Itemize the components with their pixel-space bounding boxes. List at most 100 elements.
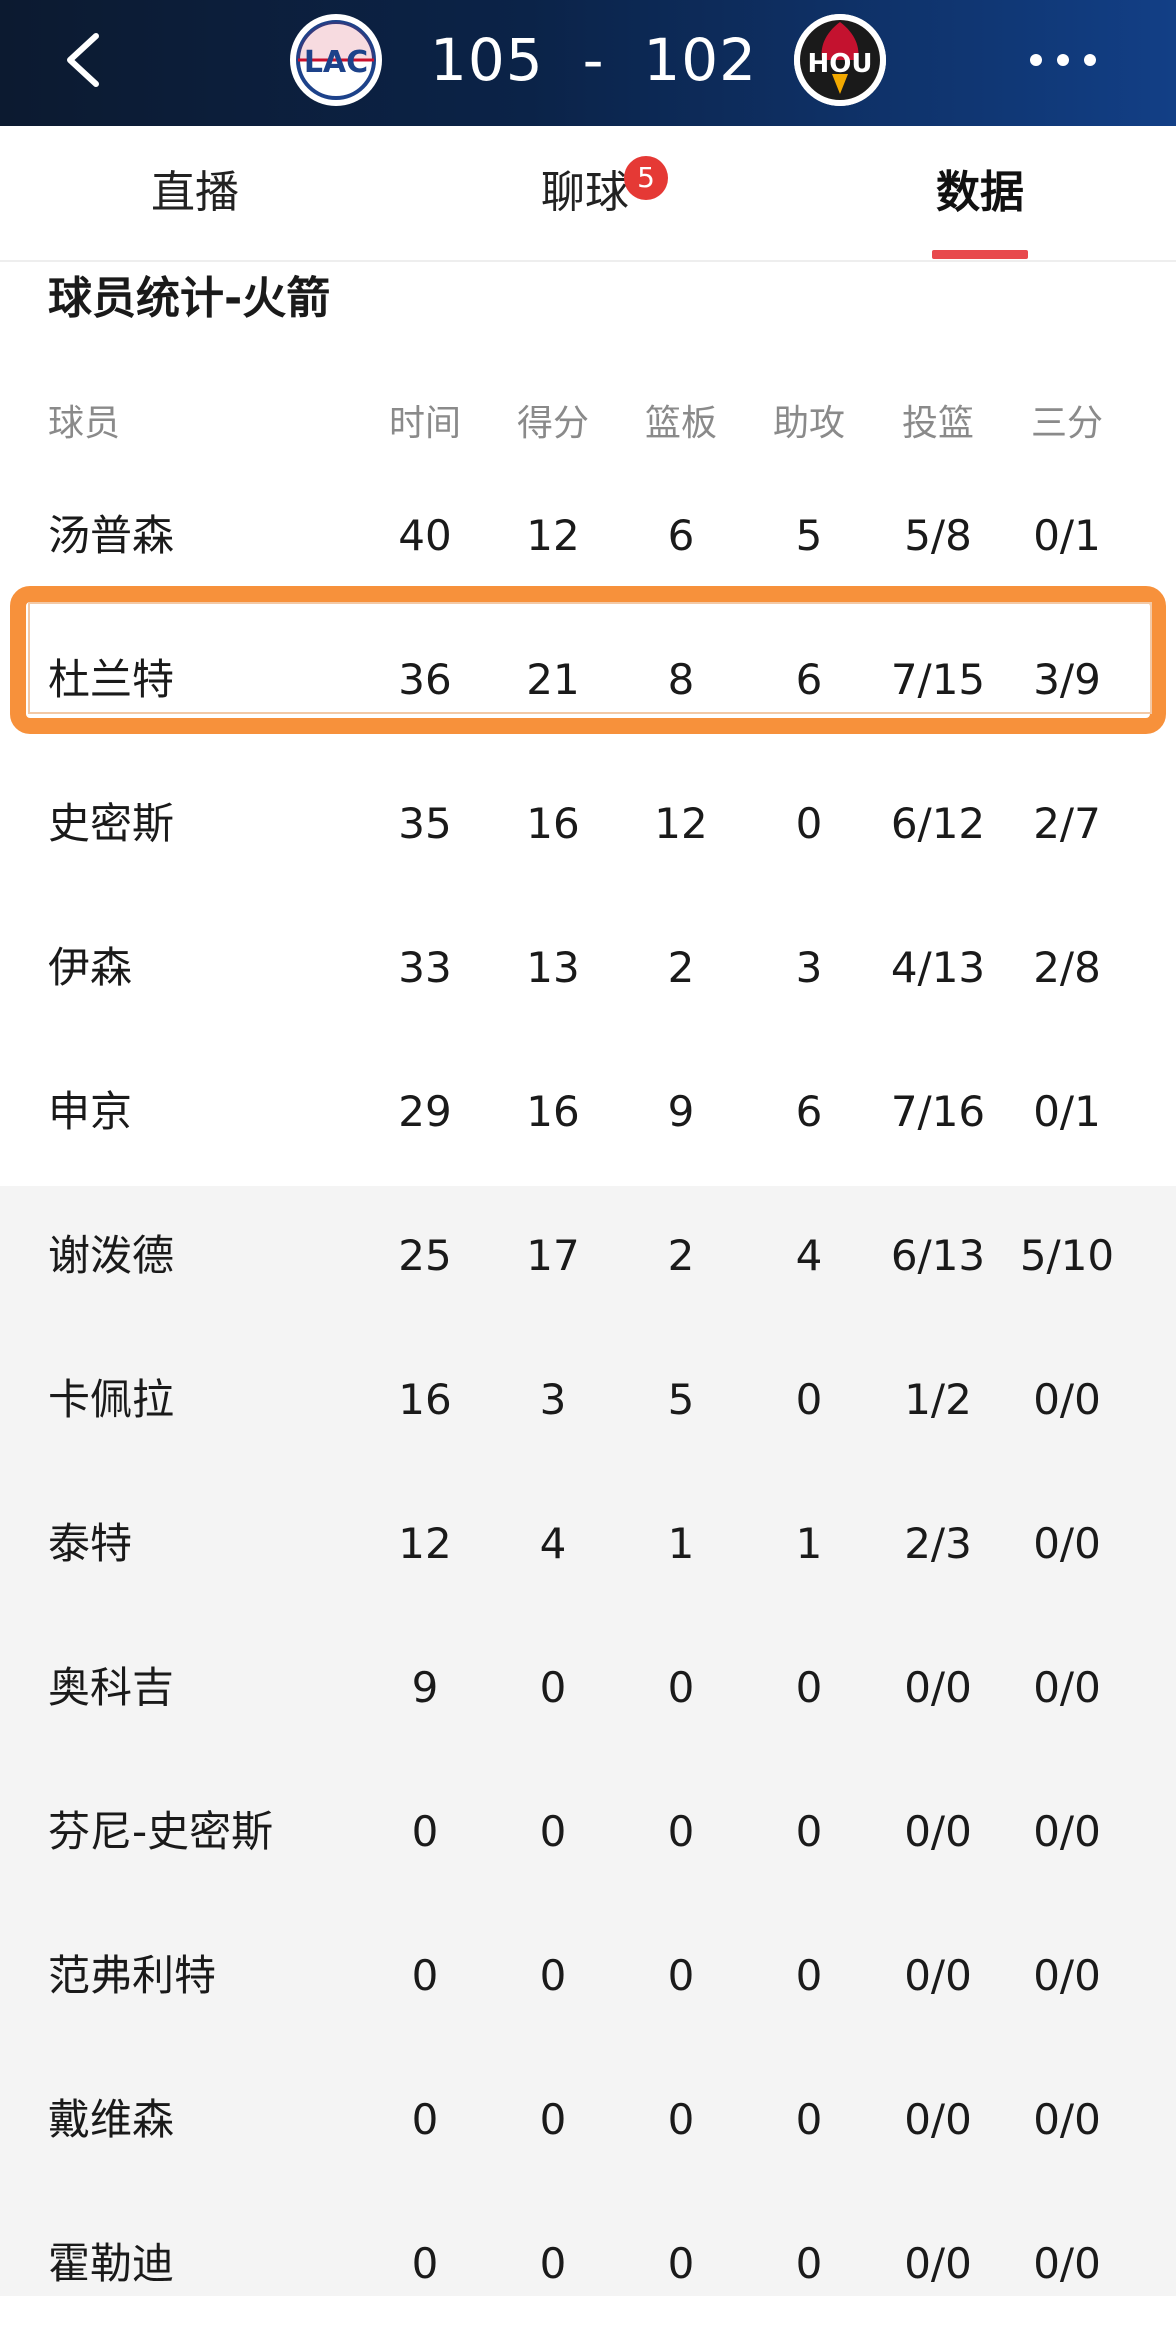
stat-fg: 1/2 (904, 1375, 972, 1424)
stat-minutes: 0 (411, 1951, 439, 2000)
stat-assists: 0 (795, 1375, 823, 1424)
stat-fg: 6/12 (890, 799, 986, 848)
table-row[interactable]: 谢泼德 25 17 2 4 6/13 5/10 0 (0, 1184, 1176, 1328)
table-row[interactable]: 芬尼-史密斯 0 0 0 0 0/0 0/0 0 (0, 1760, 1176, 1904)
table-row[interactable]: 史密斯 35 16 12 0 6/12 2/7 2 (0, 752, 1176, 896)
tab-bar: 直播 聊球 数据 (0, 126, 1176, 262)
stat-points: 0 (539, 2095, 567, 2144)
stat-points: 0 (539, 1807, 567, 1856)
stat-rebounds: 9 (667, 1087, 695, 1136)
player-name[interactable]: 泰特 (48, 1472, 132, 1616)
table-row[interactable]: 戴维森 0 0 0 0 0/0 0/0 0 (0, 2048, 1176, 2192)
stat-3pt: 0/0 (1033, 1663, 1101, 1712)
player-name[interactable]: 申京 (48, 1040, 132, 1184)
stat-minutes: 0 (411, 2239, 439, 2288)
stat-rebounds: 5 (667, 1375, 695, 1424)
stat-assists: 0 (795, 2239, 823, 2288)
stat-assists: 0 (795, 1807, 823, 1856)
away-team-logo[interactable]: HOU (794, 14, 886, 106)
player-name[interactable]: 史密斯 (48, 752, 174, 896)
score-header: LAC 105 - 102 HOU (0, 0, 1176, 126)
stat-fg: 0/0 (904, 1951, 972, 2000)
stat-assists: 0 (795, 799, 823, 848)
stat-points: 3 (539, 1375, 567, 1424)
stat-ft: 0 (1136, 1616, 1176, 1760)
stat-fg: 0/0 (904, 2239, 972, 2288)
stat-minutes: 16 (398, 1375, 452, 1424)
stat-points: 17 (526, 1231, 580, 1280)
more-dots-icon[interactable] (1030, 52, 1096, 68)
stat-assists: 1 (795, 1519, 823, 1568)
player-name[interactable]: 奥科吉 (48, 1616, 174, 1760)
stat-rebounds: 0 (667, 1951, 695, 2000)
stat-rebounds: 0 (667, 1663, 695, 1712)
player-name[interactable]: 范弗利特 (48, 1904, 216, 2048)
stat-ft: 0 (1136, 2192, 1176, 2336)
stat-fg: 2/3 (904, 1519, 972, 1568)
stat-fg: 0/0 (904, 1807, 972, 1856)
stat-rebounds: 0 (667, 2239, 695, 2288)
stat-minutes: 35 (398, 799, 452, 848)
table-row[interactable]: 范弗利特 0 0 0 0 0/0 0/0 0 (0, 1904, 1176, 2048)
chevron-left-icon[interactable] (56, 28, 112, 92)
tab-stats[interactable]: 数据 (885, 126, 1075, 260)
table-row[interactable]: 申京 29 16 9 6 7/16 0/1 2 (0, 1040, 1176, 1184)
stat-minutes: 25 (398, 1231, 452, 1280)
home-team-logo[interactable]: LAC (290, 14, 382, 106)
stat-ft: 2 (1136, 1040, 1176, 1184)
table-row[interactable]: 卡佩拉 16 3 5 0 1/2 0/0 1 (0, 1328, 1176, 1472)
away-team-abbr: HOU (808, 49, 873, 79)
hou-logo-icon: HOU (794, 14, 886, 106)
stat-ft: 0 (1136, 1760, 1176, 1904)
stat-points: 16 (526, 1087, 580, 1136)
stat-rebounds: 2 (667, 943, 695, 992)
stat-3pt: 5/10 (1019, 1231, 1115, 1280)
stat-points: 0 (539, 2239, 567, 2288)
table-row[interactable]: 伊森 33 13 2 3 4/13 2/8 3 (0, 896, 1176, 1040)
tab-live[interactable]: 直播 (100, 126, 290, 260)
stat-points: 16 (526, 799, 580, 848)
stat-minutes: 12 (398, 1519, 452, 1568)
stat-fg: 6/13 (890, 1231, 986, 1280)
stat-points: 4 (539, 1519, 567, 1568)
stat-assists: 4 (795, 1231, 823, 1280)
chat-count-badge: 5 (624, 156, 668, 200)
stat-3pt: 2/7 (1033, 799, 1101, 848)
stat-3pt: 2/8 (1033, 943, 1101, 992)
table-row[interactable]: 霍勒迪 0 0 0 0 0/0 0/0 0 (0, 2192, 1176, 2336)
stat-ft: 3 (1136, 896, 1176, 1040)
stat-3pt: 0/0 (1033, 2239, 1101, 2288)
stat-points: 0 (539, 1951, 567, 2000)
stat-ft: 0 (1136, 2048, 1176, 2192)
player-name[interactable]: 戴维森 (48, 2048, 174, 2192)
stat-rebounds: 0 (667, 2095, 695, 2144)
stat-minutes: 33 (398, 943, 452, 992)
stat-rebounds: 12 (654, 799, 708, 848)
stat-fg: 0/0 (904, 2095, 972, 2144)
player-name[interactable]: 伊森 (48, 896, 132, 1040)
stat-minutes: 0 (411, 1807, 439, 1856)
stat-ft: 0 (1136, 1472, 1176, 1616)
stat-ft: 2 (1136, 752, 1176, 896)
stat-fg: 0/0 (904, 1663, 972, 1712)
stat-minutes: 29 (398, 1087, 452, 1136)
stat-rebounds: 1 (667, 1519, 695, 1568)
stat-assists: 0 (795, 1951, 823, 2000)
table-row[interactable]: 奥科吉 9 0 0 0 0/0 0/0 0 (0, 1616, 1176, 1760)
stat-rebounds: 2 (667, 1231, 695, 1280)
stat-assists: 0 (795, 2095, 823, 2144)
highlight-inner-box (28, 602, 1152, 714)
stat-assists: 0 (795, 1663, 823, 1712)
stat-fg: 4/13 (890, 943, 986, 992)
game-score: 105 - 102 (430, 26, 758, 94)
stat-3pt: 0/0 (1033, 2095, 1101, 2144)
table-row[interactable]: 泰特 12 4 1 1 2/3 0/0 0 (0, 1472, 1176, 1616)
stat-ft: 0 (1136, 1904, 1176, 2048)
player-name[interactable]: 卡佩拉 (48, 1328, 174, 1472)
stat-ft: 1 (1136, 1328, 1176, 1472)
player-name[interactable]: 芬尼-史密斯 (48, 1760, 273, 1904)
player-name[interactable]: 霍勒迪 (48, 2192, 174, 2336)
stat-points: 13 (526, 943, 580, 992)
stat-3pt: 0/1 (1033, 1087, 1101, 1136)
player-name[interactable]: 谢泼德 (48, 1184, 174, 1328)
